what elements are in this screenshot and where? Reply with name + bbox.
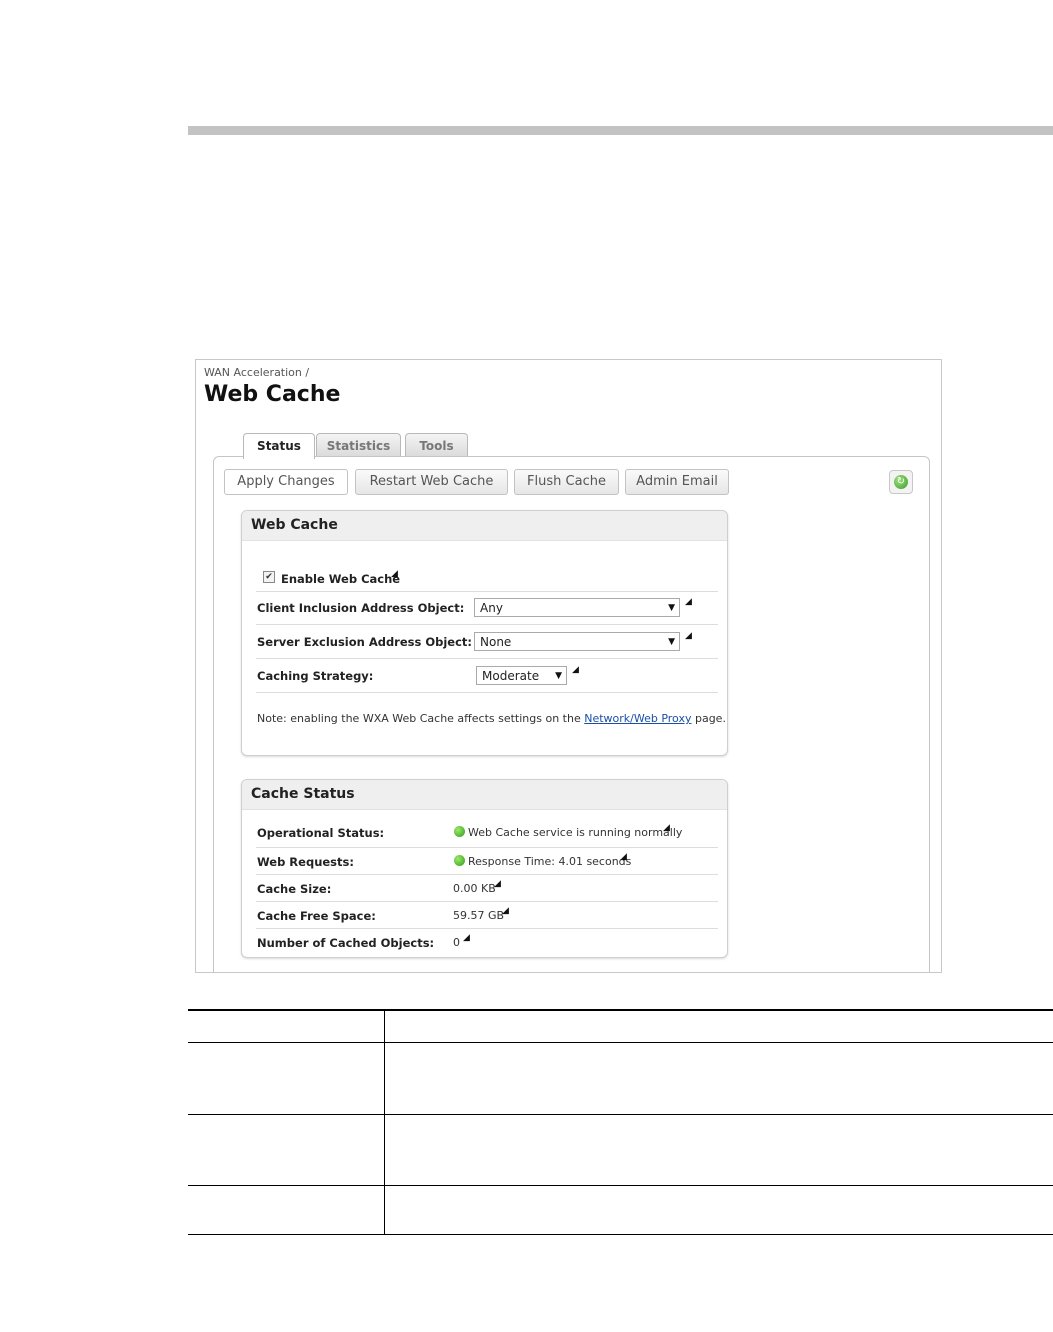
tab-status[interactable]: Status [243, 433, 315, 459]
status-green-icon [454, 826, 465, 837]
enable-web-cache-label: Enable Web Cache [281, 572, 401, 586]
apply-changes-button[interactable]: Apply Changes [224, 469, 348, 495]
enable-web-cache-checkbox[interactable]: ✔ [263, 571, 275, 583]
page-header-rule [188, 126, 1053, 135]
help-tick-icon: ◢ [685, 631, 692, 641]
status-panel: Apply Changes Restart Web Cache Flush Ca… [213, 456, 930, 972]
caching-strategy-select[interactable]: Moderate ▼ [476, 666, 567, 685]
web-cache-box-title: Web Cache [242, 511, 727, 541]
table-cell [384, 1009, 1053, 1042]
server-exclusion-value: None [480, 635, 512, 649]
help-tick-icon: ◢ [494, 879, 501, 889]
client-inclusion-value: Any [480, 601, 503, 615]
help-tick-icon: ◢ [663, 823, 670, 833]
client-inclusion-label: Client Inclusion Address Object: [257, 601, 465, 615]
table-row [188, 1009, 1053, 1042]
table-cell [384, 1113, 1053, 1185]
client-inclusion-row: Client Inclusion Address Object: Any ▼ ◢ [256, 591, 718, 625]
cache-status-box-title: Cache Status [242, 780, 727, 810]
table-cell [188, 1041, 385, 1114]
tab-statistics[interactable]: Statistics [316, 433, 401, 458]
web-cache-screenshot: WAN Acceleration / Web Cache Status Stat… [195, 359, 942, 973]
cache-size-label: Cache Size: [257, 882, 332, 896]
enable-web-cache-row: ✔ Enable Web Cache ◢ [256, 567, 718, 591]
refresh-icon: ↻ [894, 475, 908, 489]
status-row-cached-objects: Number of Cached Objects: 0 ◢ [256, 928, 718, 956]
table-cell [188, 1009, 385, 1042]
help-tick-icon: ◢ [572, 665, 579, 675]
table-cell [384, 1184, 1053, 1235]
caching-strategy-row: Caching Strategy: Moderate ▼ ◢ [256, 658, 718, 693]
operational-status-value: Web Cache service is running normally [454, 826, 682, 839]
operational-status-label: Operational Status: [257, 826, 385, 840]
breadcrumb[interactable]: WAN Acceleration / [204, 366, 309, 379]
help-tick-icon: ◢ [463, 933, 470, 943]
table-row [188, 1184, 1053, 1235]
server-exclusion-label: Server Exclusion Address Object: [257, 635, 473, 649]
status-row-free-space: Cache Free Space: 59.57 GB ◢ [256, 901, 718, 929]
flush-cache-button[interactable]: Flush Cache [514, 469, 619, 495]
cache-status-box: Cache Status Operational Status: Web Cac… [241, 779, 728, 958]
caching-strategy-value: Moderate [482, 669, 540, 683]
chevron-down-icon: ▼ [555, 671, 562, 681]
cache-free-space-value: 59.57 GB [453, 909, 505, 922]
table-row [188, 1041, 1053, 1114]
client-inclusion-select[interactable]: Any ▼ [474, 598, 680, 617]
status-green-icon [454, 855, 465, 866]
cached-objects-label: Number of Cached Objects: [257, 936, 435, 950]
status-row-operational: Operational Status: Web Cache service is… [256, 818, 718, 847]
page-title: Web Cache [204, 382, 341, 407]
proxy-note: Note: enabling the WXA Web Cache affects… [257, 712, 726, 725]
network-web-proxy-link[interactable]: Network/Web Proxy [584, 712, 691, 725]
help-tick-icon: ◢ [685, 597, 692, 607]
chevron-down-icon: ▼ [668, 637, 675, 647]
restart-web-cache-button[interactable]: Restart Web Cache [355, 469, 508, 495]
table-row [188, 1113, 1053, 1185]
description-table [188, 1009, 1053, 1235]
table-cell [188, 1184, 385, 1235]
help-tick-icon: ◢ [620, 852, 627, 862]
tab-tools[interactable]: Tools [405, 433, 468, 458]
admin-email-button[interactable]: Admin Email [625, 469, 729, 495]
note-row: Note: enabling the WXA Web Cache affects… [256, 692, 726, 733]
web-requests-label: Web Requests: [257, 855, 354, 869]
caching-strategy-label: Caching Strategy: [257, 669, 374, 683]
cached-objects-value: 0 [453, 936, 460, 949]
status-row-cache-size: Cache Size: 0.00 KB ◢ [256, 874, 718, 902]
help-tick-icon: ◢ [502, 906, 509, 916]
table-cell [384, 1041, 1053, 1114]
cache-free-space-label: Cache Free Space: [257, 909, 376, 923]
help-tick-icon: ◢ [391, 569, 398, 579]
status-row-web-requests: Web Requests: Response Time: 4.01 second… [256, 847, 718, 875]
server-exclusion-select[interactable]: None ▼ [474, 632, 680, 651]
chevron-down-icon: ▼ [668, 603, 675, 613]
server-exclusion-row: Server Exclusion Address Object: None ▼ … [256, 624, 718, 659]
refresh-button[interactable]: ↻ [889, 470, 913, 494]
web-cache-box: Web Cache ✔ Enable Web Cache ◢ Client In… [241, 510, 728, 756]
web-requests-value: Response Time: 4.01 seconds [454, 855, 631, 868]
cache-size-value: 0.00 KB [453, 882, 496, 895]
table-cell [188, 1113, 385, 1185]
